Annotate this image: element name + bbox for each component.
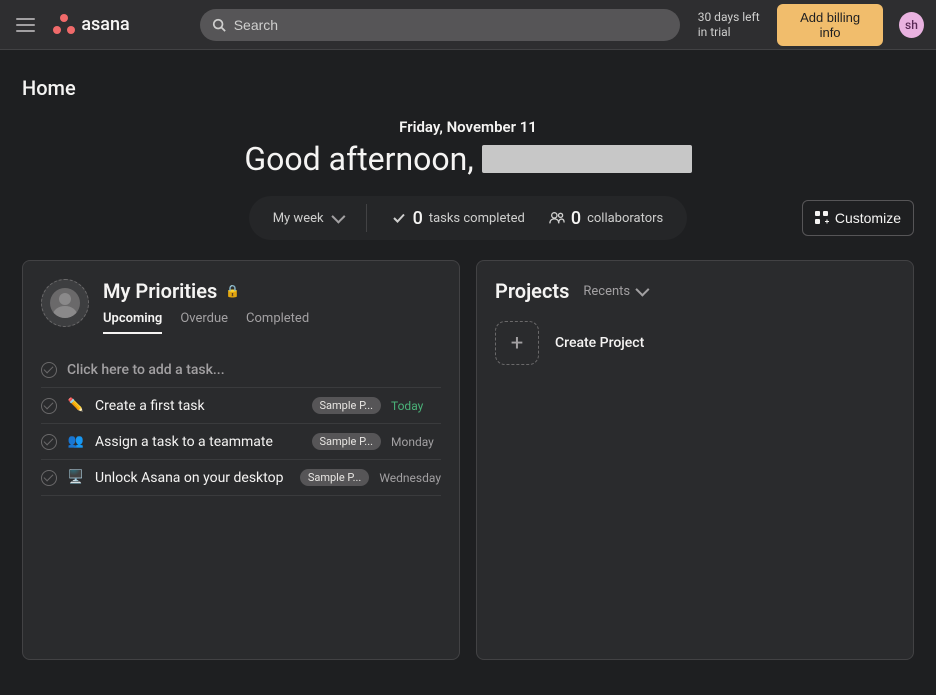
page-body: Home Friday, November 11 Good afternoon,… bbox=[0, 50, 936, 678]
customize-icon bbox=[815, 211, 829, 225]
divider bbox=[366, 204, 367, 232]
projects-header: Projects Recents bbox=[495, 279, 895, 303]
task-row[interactable]: ✏️ Create a first task Sample P... Today bbox=[41, 388, 441, 424]
user-avatar[interactable]: sh bbox=[899, 12, 924, 38]
search-input[interactable] bbox=[234, 17, 668, 33]
myweek-dropdown[interactable]: My week bbox=[273, 211, 342, 226]
add-task-placeholder: Click here to add a task... bbox=[67, 362, 225, 378]
task-check-button[interactable] bbox=[41, 470, 57, 486]
trial-line1: 30 days left bbox=[698, 10, 768, 24]
trial-status: 30 days left in trial bbox=[698, 10, 768, 39]
projects-filter-dropdown[interactable]: Recents bbox=[583, 284, 646, 299]
task-emoji-icon: ✏️ bbox=[67, 398, 85, 413]
people-icon bbox=[549, 211, 565, 225]
task-name: Unlock Asana on your desktop bbox=[95, 470, 290, 486]
myweek-label: My week bbox=[273, 211, 324, 226]
profile-avatar-placeholder[interactable] bbox=[41, 279, 89, 327]
my-priorities-tabs: Upcoming Overdue Completed bbox=[103, 311, 309, 334]
tab-overdue[interactable]: Overdue bbox=[180, 311, 228, 334]
customize-label: Customize bbox=[835, 210, 901, 226]
my-priorities-title: My Priorities bbox=[103, 279, 217, 303]
projects-filter-label: Recents bbox=[583, 284, 630, 299]
tab-completed[interactable]: Completed bbox=[246, 311, 309, 334]
task-check-button[interactable] bbox=[41, 398, 57, 414]
task-list: Click here to add a task... ✏️ Create a … bbox=[41, 352, 441, 496]
my-priorities-header: My Priorities 🔒 Upcoming Overdue Complet… bbox=[41, 279, 441, 334]
tasks-completed-count: 0 bbox=[413, 208, 423, 229]
task-date: Today bbox=[391, 399, 441, 413]
tab-upcoming[interactable]: Upcoming bbox=[103, 311, 162, 334]
projects-panel: Projects Recents + Create Project bbox=[476, 260, 914, 660]
panels-row: My Priorities 🔒 Upcoming Overdue Complet… bbox=[22, 260, 914, 660]
asana-logo[interactable]: asana bbox=[53, 14, 129, 36]
hero-greeting-name-redacted bbox=[482, 145, 692, 173]
person-silhouette-icon bbox=[50, 288, 80, 318]
task-emoji-icon: 👥 bbox=[67, 434, 85, 449]
search-field[interactable] bbox=[200, 9, 680, 41]
topbar: asana 30 days left in trial Add billing … bbox=[0, 0, 936, 50]
task-date: Monday bbox=[391, 435, 441, 449]
add-billing-button[interactable]: Add billing info bbox=[777, 4, 883, 46]
project-chip[interactable]: Sample P... bbox=[312, 397, 381, 414]
task-row[interactable]: 👥 Assign a task to a teammate Sample P..… bbox=[41, 424, 441, 460]
collaborators-count: 0 bbox=[571, 208, 581, 229]
task-check-icon bbox=[41, 362, 57, 378]
plus-icon: + bbox=[495, 321, 539, 365]
search-icon bbox=[212, 18, 226, 32]
customize-button[interactable]: Customize bbox=[802, 200, 914, 236]
trial-line2: in trial bbox=[698, 25, 768, 39]
task-name: Assign a task to a teammate bbox=[95, 434, 302, 450]
task-emoji-icon: 🖥️ bbox=[67, 470, 85, 485]
collaborators-label: collaborators bbox=[587, 211, 663, 226]
hero-greeting: Good afternoon, bbox=[244, 140, 691, 178]
tasks-completed-stat: 0 tasks completed bbox=[391, 208, 525, 229]
chevron-down-icon bbox=[331, 210, 345, 224]
hero-date: Friday, November 11 bbox=[22, 118, 914, 136]
lock-icon: 🔒 bbox=[225, 284, 240, 298]
create-project-button[interactable]: + Create Project bbox=[495, 321, 895, 365]
menu-toggle-button[interactable] bbox=[12, 11, 39, 39]
task-check-button[interactable] bbox=[41, 434, 57, 450]
task-name: Create a first task bbox=[95, 398, 302, 414]
hero-greeting-prefix: Good afternoon, bbox=[244, 140, 473, 178]
hero: Friday, November 11 Good afternoon, My w… bbox=[22, 118, 914, 240]
collaborators-stat: 0 collaborators bbox=[549, 208, 663, 229]
chevron-down-icon bbox=[635, 283, 649, 297]
tasks-completed-label: tasks completed bbox=[429, 211, 525, 226]
check-icon bbox=[391, 210, 407, 226]
hero-stats-pill: My week 0 tasks completed bbox=[249, 196, 688, 240]
task-row[interactable]: 🖥️ Unlock Asana on your desktop Sample P… bbox=[41, 460, 441, 496]
create-project-label: Create Project bbox=[555, 335, 644, 351]
hero-stats-row: My week 0 tasks completed bbox=[22, 196, 914, 240]
asana-logo-icon bbox=[53, 14, 75, 36]
my-priorities-panel: My Priorities 🔒 Upcoming Overdue Complet… bbox=[22, 260, 460, 660]
project-chip[interactable]: Sample P... bbox=[300, 469, 369, 486]
asana-logo-text: asana bbox=[81, 14, 129, 35]
project-chip[interactable]: Sample P... bbox=[312, 433, 381, 450]
projects-title: Projects bbox=[495, 279, 569, 303]
page-title: Home bbox=[22, 76, 914, 100]
task-date: Wednesday bbox=[379, 471, 441, 485]
add-task-row[interactable]: Click here to add a task... bbox=[41, 352, 441, 388]
